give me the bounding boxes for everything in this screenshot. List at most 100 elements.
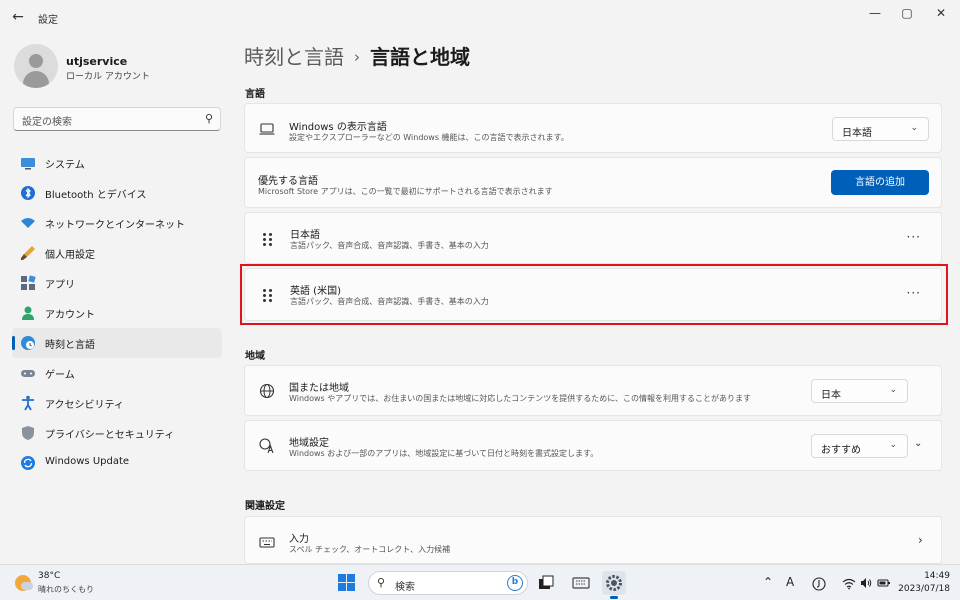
clock-time: 14:49 (924, 571, 950, 581)
sidebar-item-label: 個人用設定 (45, 250, 95, 261)
taskbar-search[interactable]: ⚲ 検索 b (368, 571, 528, 595)
sidebar-item-label: プライバシーとセキュリティ (45, 430, 175, 441)
chevron-down-icon: ⌄ (889, 440, 897, 450)
sidebar-item-apps[interactable]: アプリ (12, 268, 222, 298)
keyboard-icon (259, 537, 275, 548)
taskbar: 38°C 晴れのちくもり ⚲ 検索 b ⌃ A 14:49 2023/07/18 (0, 564, 960, 600)
update-icon (21, 456, 35, 470)
breadcrumb: 時刻と言語 › 言語と地域 (244, 41, 470, 70)
task-view-icon (539, 575, 554, 589)
regional-format-title: 地域設定 (289, 438, 329, 449)
country-region-title: 国または地域 (289, 383, 349, 394)
regional-format-card[interactable]: 地域設定 Windows および一部のアプリは、地域設定に基づいて日付と時刻を書… (244, 420, 942, 471)
regional-format-icon (259, 438, 274, 454)
sidebar-item-accounts[interactable]: アカウント (12, 298, 222, 328)
sidebar-item-label: Windows Update (45, 456, 130, 467)
minimize-button[interactable]: — (860, 4, 890, 22)
volume-icon[interactable] (859, 576, 873, 590)
battery-icon[interactable] (877, 576, 891, 590)
regional-format-subtitle: Windows および一部のアプリは、地域設定に基づいて日付と時刻を書式設定しま… (289, 449, 599, 458)
expand-chevron-icon[interactable]: ⌄ (914, 438, 922, 449)
typing-title: 入力 (289, 534, 309, 545)
sidebar-item-label: ゲーム (45, 370, 75, 381)
drag-handle-icon[interactable] (263, 233, 273, 247)
keyboard-app-button[interactable] (569, 571, 593, 595)
app-title: 設定 (38, 15, 58, 26)
display-language-select[interactable]: 日本語 ⌄ (832, 117, 929, 141)
start-button[interactable] (338, 574, 355, 591)
task-view-button[interactable] (534, 571, 558, 595)
regional-format-select[interactable]: おすすめ ⌄ (811, 434, 908, 458)
gear-icon (606, 575, 622, 591)
search-icon: ⚲ (204, 112, 213, 125)
search-placeholder: 設定の検索 (22, 117, 72, 128)
sidebar-item-windows-update[interactable]: Windows Update (12, 448, 222, 478)
sidebar-item-label: アプリ (45, 280, 75, 291)
select-value: おすすめ (821, 445, 861, 456)
settings-app-button[interactable] (602, 571, 626, 599)
section-heading-region: 地域 (245, 351, 265, 362)
sidebar-item-label: Bluetooth とデバイス (45, 190, 147, 201)
chevron-right-icon: › (918, 533, 923, 547)
sidebar-item-personalization[interactable]: 個人用設定 (12, 238, 222, 268)
system-clock[interactable]: 14:49 2023/07/18 (898, 570, 950, 596)
language-item-japanese: 日本語 言語パック、音声合成、音声認識、手書き、基本の入力 ··· (244, 212, 942, 264)
typing-card[interactable]: 入力 スペル チェック、オートコレクト、入力候補 (244, 516, 942, 564)
show-hidden-icons-button[interactable]: ⌃ (763, 575, 773, 589)
gamepad-icon (21, 370, 35, 377)
weather-icon (15, 575, 33, 591)
ime-mode-indicator[interactable]: A (786, 575, 794, 589)
bing-icon[interactable]: b (507, 575, 523, 591)
sidebar-item-bluetooth[interactable]: Bluetooth とデバイス (12, 178, 222, 208)
sidebar-item-label: 時刻と言語 (45, 340, 95, 351)
monitor-icon (21, 158, 35, 170)
keyboard-icon (572, 577, 590, 589)
language-name: 日本語 (290, 230, 320, 241)
wifi-icon[interactable] (842, 576, 856, 590)
chevron-down-icon: ⌄ (910, 123, 918, 133)
display-language-title: Windows の表示言語 (289, 122, 387, 133)
sidebar-item-label: アクセシビリティ (45, 400, 124, 411)
sidebar-item-gaming[interactable]: ゲーム (12, 358, 222, 388)
country-region-select[interactable]: 日本 ⌄ (811, 379, 908, 403)
bluetooth-icon (21, 186, 35, 200)
section-heading-related: 関連設定 (245, 501, 285, 512)
accessibility-icon (22, 395, 34, 411)
chevron-down-icon: ⌄ (889, 385, 897, 395)
sidebar-item-accessibility[interactable]: アクセシビリティ (12, 388, 222, 418)
maximize-button[interactable]: ▢ (892, 4, 922, 22)
sidebar-item-privacy[interactable]: プライバシーとセキュリティ (12, 418, 222, 448)
settings-search-input[interactable]: 設定の検索 ⚲ (13, 107, 221, 131)
account-type: ローカル アカウント (66, 72, 150, 82)
avatar (14, 44, 58, 88)
sidebar-item-label: ネットワークとインターネット (45, 220, 185, 231)
sidebar-item-system[interactable]: システム (12, 148, 222, 178)
ime-icon[interactable] (812, 577, 826, 591)
sidebar-item-label: システム (45, 160, 85, 171)
back-button[interactable]: ← (8, 7, 28, 27)
chevron-right-icon: › (354, 48, 360, 66)
highlight-box (240, 264, 948, 325)
weather-description: 晴れのちくもり (38, 585, 94, 594)
add-language-button[interactable]: 言語の追加 (831, 170, 929, 195)
page-title: 言語と地域 (370, 45, 470, 69)
taskbar-search-placeholder: 検索 (395, 582, 415, 593)
brush-icon (21, 246, 35, 260)
country-region-subtitle: Windows やアプリでは、お住まいの国または地域に対応したコンテンツを提供す… (289, 394, 752, 403)
shield-icon (22, 426, 34, 440)
sidebar-item-label: アカウント (45, 310, 95, 321)
preferred-language-subtitle: Microsoft Store アプリは、この一覧で最初にサポートされる言語で表… (258, 187, 553, 196)
more-options-button[interactable]: ··· (907, 230, 921, 244)
title-bar: ← 設定 — ▢ ✕ (0, 0, 960, 34)
sidebar-item-time-language[interactable]: 時刻と言語 (12, 328, 222, 358)
weather-temperature: 38°C (38, 571, 61, 581)
typing-subtitle: スペル チェック、オートコレクト、入力候補 (289, 545, 451, 554)
sidebar-item-network[interactable]: ネットワークとインターネット (12, 208, 222, 238)
globe-clock-icon (21, 336, 35, 350)
section-heading-language: 言語 (245, 89, 265, 100)
close-button[interactable]: ✕ (926, 4, 956, 22)
select-value: 日本語 (842, 128, 872, 139)
user-name: utjservice (66, 55, 128, 68)
display-language-subtitle: 設定やエクスプローラーなどの Windows 機能は、この言語で表示されます。 (289, 133, 569, 142)
breadcrumb-parent[interactable]: 時刻と言語 (244, 45, 344, 69)
